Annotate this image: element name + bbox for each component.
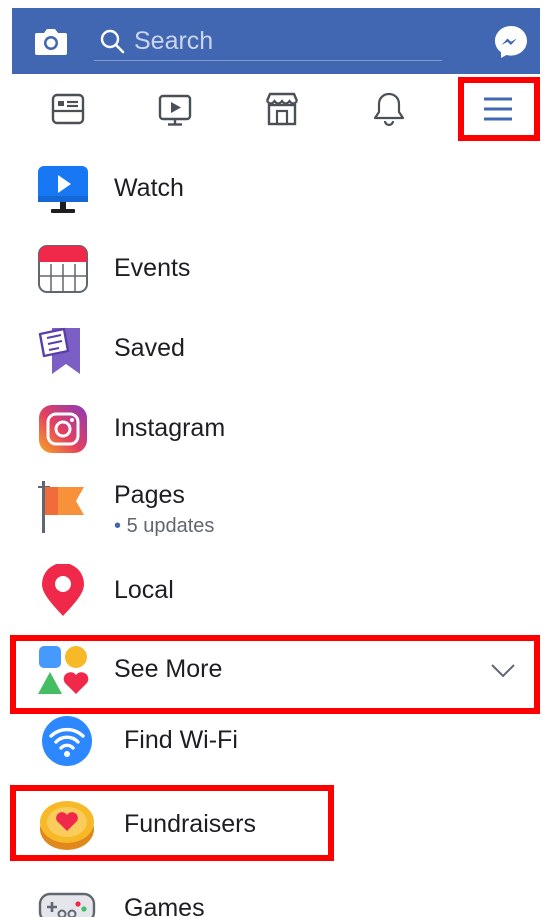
- menu-item-local[interactable]: Local: [0, 556, 553, 626]
- menu-item-label: Saved: [114, 334, 185, 362]
- menu-list: Watch Events Saved Instagram Pages • 5 u…: [0, 0, 553, 917]
- menu-item-label: See More: [114, 655, 223, 683]
- menu-item-pages[interactable]: Pages • 5 updates: [0, 459, 553, 549]
- watch-tv-icon: [38, 166, 88, 213]
- instagram-icon: [39, 405, 87, 453]
- menu-item-saved[interactable]: Saved: [0, 314, 553, 384]
- menu-item-see-more[interactable]: See More: [0, 635, 553, 705]
- flag-icon: [38, 481, 84, 533]
- heart-coin-icon: [40, 801, 94, 850]
- menu-item-label: Watch: [114, 174, 184, 202]
- menu-item-label: Events: [114, 254, 191, 282]
- menu-item-events[interactable]: Events: [0, 234, 553, 304]
- location-pin-icon: [42, 564, 84, 616]
- update-bullet: •: [114, 515, 122, 537]
- pages-updates-text: 5 updates: [126, 515, 215, 537]
- menu-item-label: Fundraisers: [124, 810, 256, 838]
- calendar-icon: [38, 245, 88, 293]
- menu-item-find-wifi[interactable]: Find Wi-Fi: [0, 706, 553, 776]
- pages-updates: • 5 updates: [114, 515, 214, 538]
- shapes-icon: [38, 646, 89, 694]
- menu-item-label: Find Wi-Fi: [124, 726, 238, 754]
- wifi-icon: [42, 716, 92, 766]
- menu-item-label: Pages: [114, 481, 185, 509]
- saved-bookmark-icon: [38, 327, 80, 374]
- menu-item-label: Local: [114, 576, 174, 604]
- menu-item-label: Instagram: [114, 414, 226, 442]
- menu-item-label: Games: [124, 894, 205, 917]
- gamepad-icon: [38, 892, 96, 917]
- chevron-down-icon[interactable]: [488, 657, 518, 683]
- menu-item-games[interactable]: Games: [0, 874, 553, 917]
- menu-item-instagram[interactable]: Instagram: [0, 394, 553, 464]
- menu-item-watch[interactable]: Watch: [0, 154, 553, 224]
- menu-item-fundraisers[interactable]: Fundraisers: [0, 790, 553, 860]
